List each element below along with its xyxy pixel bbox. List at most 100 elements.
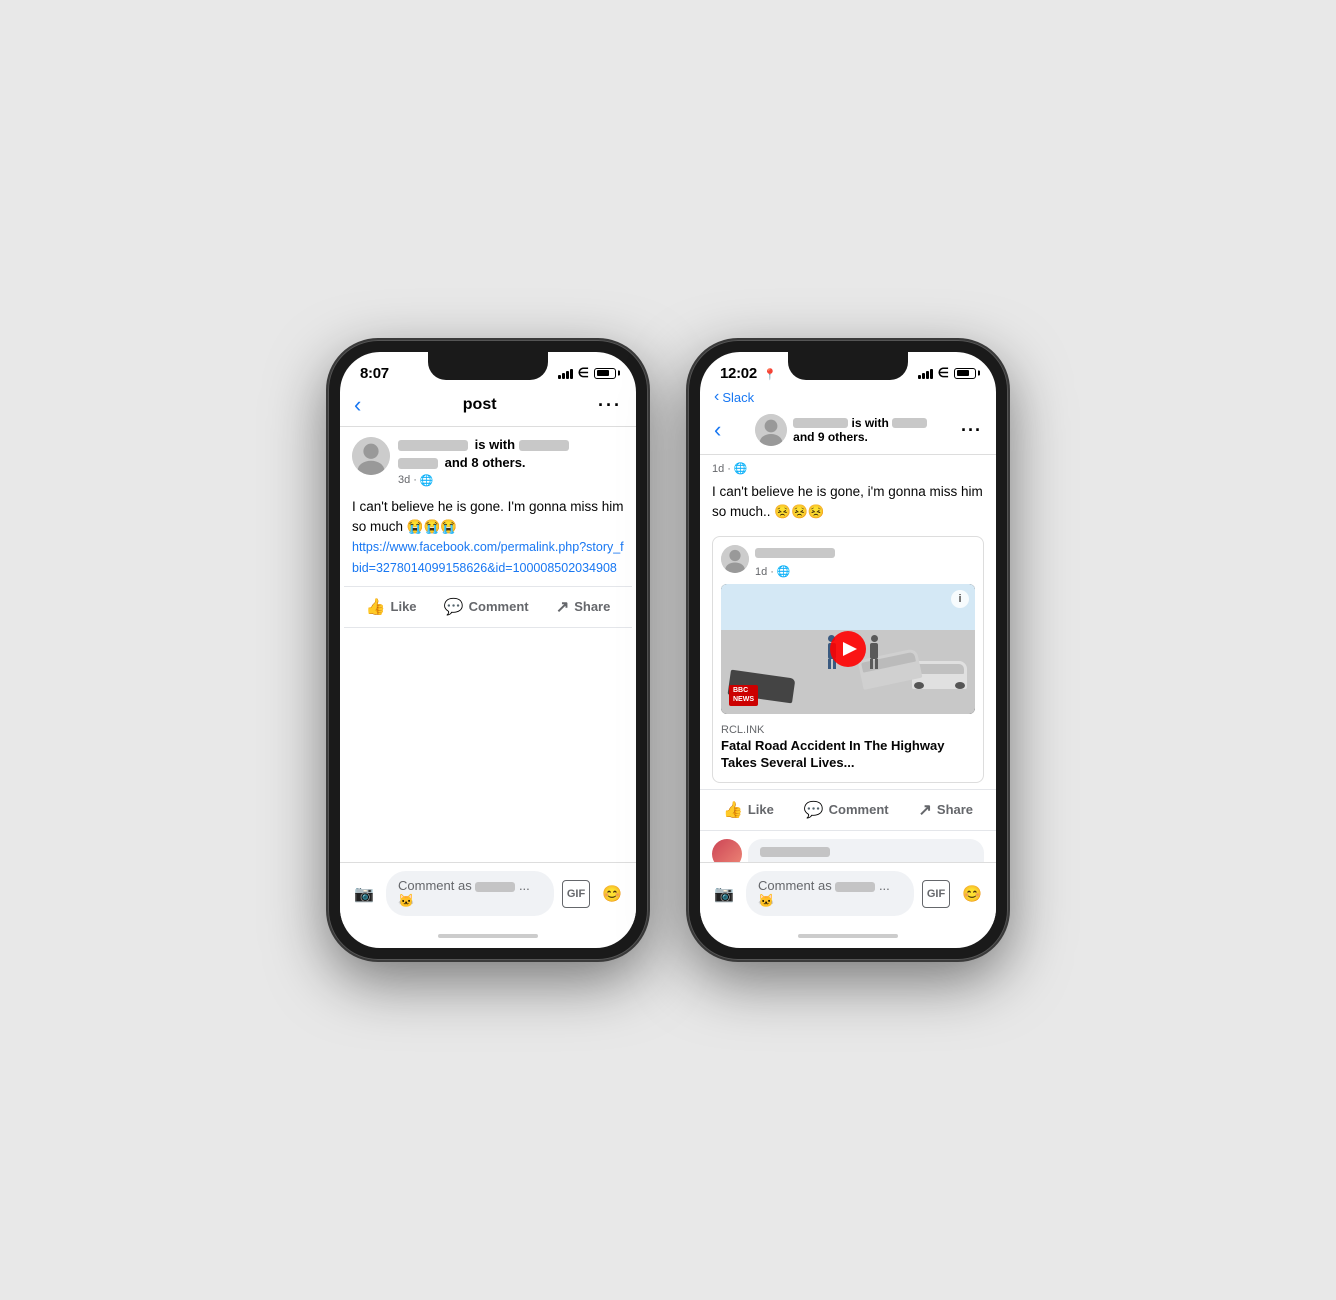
play-button-2[interactable] (830, 631, 866, 667)
comment-bar-1: 📷 Comment as ... 🐱 GIF 😊 (340, 862, 636, 924)
action-bar-2: 👍 Like 💬 Comment ↗ Share (700, 789, 996, 831)
nested-post-header-2: 1d · 🌐 (721, 545, 975, 578)
gif-button-2[interactable]: GIF (922, 880, 950, 908)
play-triangle-2 (843, 642, 857, 656)
username-blurred-1 (475, 882, 515, 892)
comment-bar-2: 📷 Comment as ... 🐱 GIF 😊 (700, 862, 996, 924)
chevron-left-slack: ‹ (714, 388, 719, 406)
back-button-2[interactable]: ‹ (714, 417, 721, 443)
post-body-2: 1d · 🌐 I can't believe he is gone, i'm g… (700, 455, 996, 530)
time-label-2: 1d (712, 461, 724, 478)
share-icon-1: ↗ (556, 597, 569, 617)
share-label-2: Share (937, 802, 973, 817)
comment-dots-2: ... (879, 878, 890, 893)
time-label-1: 3d (398, 474, 410, 486)
nav-title-area-2: is with and 9 others. (721, 414, 961, 446)
author-name-blurred-1 (398, 440, 468, 451)
comment-bubble-1: Who died? This video isn't loading onto … (748, 839, 984, 862)
chevron-left-icon-1: ‹ (354, 392, 361, 418)
comment-content-1: Who died? This video isn't loading onto … (748, 839, 984, 862)
status-icons-2: ∈ (918, 365, 976, 381)
post-others-1: and 8 others. (398, 455, 624, 472)
battery-fill-2 (957, 370, 970, 376)
share-button-2[interactable]: ↗ Share (911, 796, 982, 824)
nav-bar-2: ‹ is with and 9 others. (700, 410, 996, 455)
status-icons-1: ∈ (558, 365, 616, 381)
phone-1-screen: 8:07 ∈ ‹ post ··· (340, 352, 636, 948)
phone-2-notch (788, 352, 908, 380)
battery-icon-2 (954, 368, 976, 379)
signal-icon-1 (558, 368, 573, 379)
like-button-2[interactable]: 👍 Like (715, 796, 782, 824)
like-label-1: Like (391, 599, 417, 614)
phone-2-screen: 12:02 📍 ∈ ‹ Slack (700, 352, 996, 948)
time-separator-1: · (413, 474, 417, 486)
nested-avatar-2 (721, 545, 749, 573)
comment-button-2[interactable]: 💬 Comment (796, 796, 897, 824)
home-bar-2 (798, 934, 898, 938)
globe-icon-1: 🌐 (420, 474, 434, 487)
comment-dots-1: ... (519, 878, 530, 893)
nested-meta-2: 1d · 🌐 (755, 545, 835, 578)
nav-bar-1: ‹ post ··· (340, 388, 636, 427)
nested-globe-2: 🌐 (777, 565, 791, 578)
emoji-button-1[interactable]: 😊 (598, 880, 626, 908)
info-badge-2[interactable]: i (951, 590, 969, 608)
link-footer-2: rcl.ink Fatal Road Accident In The Highw… (721, 720, 975, 774)
chevron-left-icon-2: ‹ (714, 417, 721, 443)
comment-placeholder-text-1: Comment as (398, 878, 475, 893)
username-blurred-2 (835, 882, 875, 892)
video-image-inner-2: BBCNEWS i (721, 584, 975, 714)
more-button-1[interactable]: ··· (598, 395, 622, 416)
comment-placeholder-text-2: Comment as (758, 878, 835, 893)
signal-icon-2 (918, 368, 933, 379)
comment-button-1[interactable]: 💬 Comment (436, 593, 537, 621)
post-time-1: 3d · 🌐 (398, 474, 624, 487)
home-bar-1 (438, 934, 538, 938)
like-button-1[interactable]: 👍 Like (358, 593, 425, 621)
comment-icon-1: 💬 (444, 597, 464, 617)
post-body-1: I can't believe he is gone. I'm gonna mi… (340, 493, 636, 586)
post-text-1: I can't believe he is gone. I'm gonna mi… (352, 499, 624, 534)
author-action-1: is with (475, 437, 519, 452)
video-thumbnail-2[interactable]: BBCNEWS i (721, 584, 975, 714)
nav-title-line1-2: is with (793, 416, 927, 430)
nested-post-2: 1d · 🌐 (712, 536, 984, 783)
phone-2: 12:02 📍 ∈ ‹ Slack (688, 340, 1008, 960)
link-title-2: Fatal Road Accident In The Highway Takes… (721, 738, 975, 772)
comment-input-1[interactable]: Comment as ... 🐱 (386, 871, 554, 916)
nested-author-blurred-2 (755, 548, 835, 558)
nav-title-line2-2: and 9 others. (793, 430, 927, 444)
wifi-icon-2: ∈ (938, 365, 949, 381)
comment-icon-2: 💬 (804, 800, 824, 820)
others-label-1: and 8 others. (445, 455, 526, 470)
comment-author-blurred-1 (760, 847, 830, 857)
camera-icon-2[interactable]: 📷 (710, 880, 738, 908)
like-icon-2: 👍 (723, 800, 743, 820)
nav-tagged-blurred-2 (892, 418, 927, 428)
sky-bg-2 (721, 584, 975, 636)
slack-label[interactable]: Slack (722, 390, 754, 405)
camera-icon-1[interactable]: 📷 (350, 880, 378, 908)
emoji-button-2[interactable]: 😊 (958, 880, 986, 908)
comment-item-1: Who died? This video isn't loading onto … (712, 839, 984, 862)
gif-button-1[interactable]: GIF (562, 880, 590, 908)
battery-icon-1 (594, 368, 616, 379)
avatar-emoji-1: 🐱 (398, 893, 414, 908)
back-button-1[interactable]: ‹ (354, 392, 361, 418)
comment-input-2[interactable]: Comment as ... 🐱 (746, 871, 914, 916)
location-icon-2: 📍 (763, 369, 777, 381)
status-time-2: 12:02 (720, 365, 757, 382)
screen-content-1: is with and 8 others. 3d · 🌐 I (340, 427, 636, 862)
nav-name-blurred-2 (793, 418, 848, 428)
share-icon-2: ↗ (919, 800, 932, 820)
phone-1-notch (428, 352, 548, 380)
share-button-1[interactable]: ↗ Share (548, 593, 619, 621)
like-icon-1: 👍 (366, 597, 386, 617)
avatar-emoji-2: 🐱 (758, 893, 774, 908)
post-link-1[interactable]: https://www.facebook.com/permalink.php?s… (352, 540, 624, 574)
action-bar-1: 👍 Like 💬 Comment ↗ Share (344, 586, 632, 628)
screen-content-2: 1d · 🌐 I can't believe he is gone, i'm g… (700, 455, 996, 862)
more-button-2[interactable]: ··· (961, 420, 982, 441)
nav-avatar-2 (755, 414, 787, 446)
